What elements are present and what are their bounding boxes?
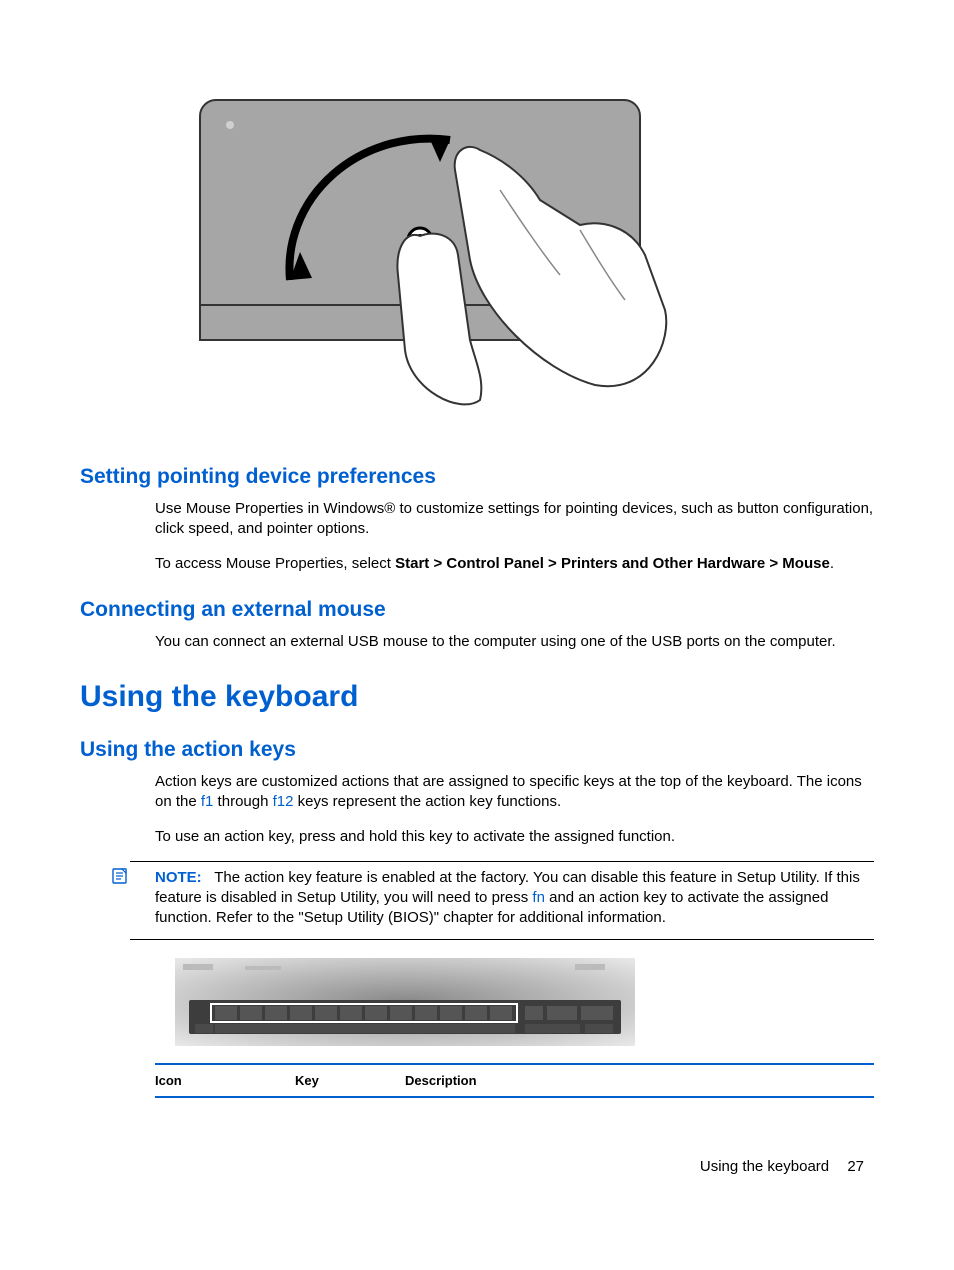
menu-path-bold: Start > Control Panel > Printers and Oth…: [395, 555, 830, 572]
heading-action-keys: Using the action keys: [80, 738, 874, 762]
note-label: NOTE:: [155, 869, 202, 886]
table-header-key: Key: [295, 1073, 405, 1088]
text: .: [830, 555, 834, 572]
key-ref-f1: f1: [201, 793, 214, 810]
touchpad-rotate-illustration: [180, 80, 874, 425]
table-header-icon: Icon: [155, 1073, 295, 1088]
paragraph: You can connect an external USB mouse to…: [155, 632, 874, 652]
text: To access Mouse Properties, select: [155, 555, 395, 572]
page-footer: Using the keyboard 27: [80, 1158, 874, 1175]
key-ref-fn: fn: [532, 889, 545, 906]
keyboard-actionkeys-image: [175, 958, 874, 1051]
text: through: [213, 793, 272, 810]
note-icon: [112, 868, 128, 889]
paragraph: Use Mouse Properties in Windows® to cust…: [155, 499, 874, 540]
table-header-description: Description: [405, 1073, 874, 1088]
footer-section-label: Using the keyboard: [700, 1158, 829, 1175]
paragraph: To access Mouse Properties, select Start…: [155, 554, 874, 574]
heading-setting-preferences: Setting pointing device preferences: [80, 465, 874, 489]
heading-using-keyboard: Using the keyboard: [80, 680, 874, 714]
paragraph: Action keys are customized actions that …: [155, 772, 874, 813]
note-block: NOTE: The action key feature is enabled …: [130, 861, 874, 940]
footer-page-number: 27: [847, 1158, 864, 1175]
paragraph: To use an action key, press and hold thi…: [155, 827, 874, 847]
table-header-row: Icon Key Description: [155, 1063, 874, 1098]
text: keys represent the action key functions.: [293, 793, 561, 810]
heading-external-mouse: Connecting an external mouse: [80, 598, 874, 622]
key-ref-f12: f12: [273, 793, 294, 810]
document-page: Setting pointing device preferences Use …: [0, 0, 954, 1215]
